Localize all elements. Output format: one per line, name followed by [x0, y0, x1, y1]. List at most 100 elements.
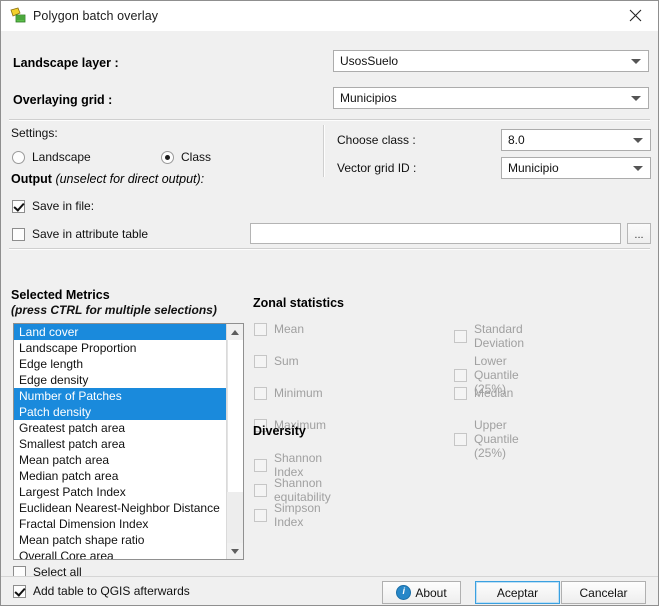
chevron-down-icon [631, 59, 641, 64]
radio-class[interactable]: Class [161, 150, 211, 164]
radio-landscape-label: Landscape [32, 150, 91, 164]
metric-list-item[interactable]: Greatest patch area [14, 420, 228, 436]
window-title: Polygon batch overlay [33, 9, 159, 23]
info-icon: i [396, 585, 412, 600]
polygon-overlay-icon [9, 7, 27, 25]
settings-label: Settings: [11, 126, 58, 140]
metric-list-item[interactable]: Median patch area [14, 468, 228, 484]
metric-list-item[interactable]: Mean patch shape ratio [14, 532, 228, 548]
checkbox-label: Upper Quantile (25%) [474, 418, 519, 460]
checkbox-indicator [254, 322, 267, 336]
metric-list-item[interactable]: Patch density [14, 404, 228, 420]
close-icon[interactable] [613, 1, 658, 30]
section-divider-middle [9, 248, 650, 250]
about-button[interactable]: i About [382, 581, 461, 604]
accept-button[interactable]: Aceptar [475, 581, 560, 604]
metrics-list: Land cover Landscape Proportion Edge lengt… [14, 324, 228, 559]
title-bar: Polygon batch overlay [1, 1, 658, 32]
checkbox-label: Simpson Index [274, 501, 321, 529]
metric-list-item[interactable]: Land cover [14, 324, 228, 340]
checkbox-indicator [454, 368, 467, 382]
checkbox-shannon-index: Shannon Index [254, 451, 322, 479]
add-table-box [13, 584, 26, 598]
section-divider-top [9, 119, 650, 121]
checkbox-median: Median [454, 386, 513, 400]
save-in-file-checkbox[interactable]: Save in file: [12, 199, 94, 213]
checkbox-label: Standard Deviation [474, 322, 525, 350]
checkbox-indicator [254, 508, 267, 522]
landscape-layer-label: Landscape layer : [13, 56, 119, 70]
checkbox-indicator [254, 483, 267, 497]
metrics-scrollbar[interactable] [226, 324, 243, 559]
checkbox-label: Minimum [274, 386, 323, 400]
metric-list-item[interactable]: Smallest patch area [14, 436, 228, 452]
metric-list-item[interactable]: Mean patch area [14, 452, 228, 468]
output-label-text: Output [11, 172, 52, 186]
cancel-button[interactable]: Cancelar [561, 581, 646, 604]
selected-metrics-subtitle: (press CTRL for multiple selections) [11, 303, 217, 317]
chevron-down-icon [633, 138, 643, 143]
choose-class-value: 8.0 [508, 133, 525, 147]
checkbox-label: Sum [274, 354, 299, 368]
overlaying-grid-label: Overlaying grid : [13, 93, 113, 107]
metric-list-item[interactable]: Edge length [14, 356, 228, 372]
scrollbar-track[interactable] [227, 492, 243, 543]
output-path-input[interactable] [250, 223, 621, 244]
checkbox-shannon-equitability: Shannon equitability [254, 476, 331, 504]
checkbox-label: Mean [274, 322, 305, 336]
scroll-up-icon[interactable] [227, 324, 243, 340]
overlaying-grid-value: Municipios [340, 91, 397, 105]
checkbox-indicator [454, 386, 467, 400]
scroll-down-icon[interactable] [227, 543, 243, 559]
save-in-attribute-table-checkbox[interactable]: Save in attribute table [12, 227, 148, 241]
checkbox-label: Shannon equitability [274, 476, 331, 504]
metric-list-item[interactable]: Landscape Proportion [14, 340, 228, 356]
checkbox-minimum: Minimum [254, 386, 323, 400]
checkbox-sum: Sum [254, 354, 299, 368]
add-table-to-qgis-checkbox[interactable]: Add table to QGIS afterwards [13, 584, 190, 598]
selected-metrics-title: Selected Metrics [11, 288, 110, 302]
add-table-label: Add table to QGIS afterwards [33, 584, 190, 598]
landscape-layer-value: UsosSuelo [340, 54, 399, 68]
choose-class-select[interactable]: 8.0 [501, 129, 651, 151]
choose-class-label: Choose class : [337, 133, 416, 147]
metric-list-item[interactable]: Euclidean Nearest-Neighbor Distance [14, 500, 228, 516]
save-in-attribute-table-label: Save in attribute table [32, 227, 149, 241]
selected-metrics-listbox[interactable]: Land cover Landscape Proportion Edge lengt… [13, 323, 244, 560]
checkbox-standard-deviation: Standard Deviation [454, 322, 524, 350]
vector-grid-id-label: Vector grid ID : [337, 161, 417, 175]
browse-button[interactable]: ... [627, 223, 651, 244]
landscape-layer-select[interactable]: UsosSuelo [333, 50, 649, 72]
checkbox-mean: Mean [254, 322, 304, 336]
checkbox-simpson-index: Simpson Index [254, 501, 321, 529]
dialog-footer: Add table to QGIS afterwards i About Ace… [1, 576, 658, 605]
vector-grid-id-value: Municipio [508, 161, 559, 175]
scrollbar-thumb[interactable] [227, 340, 243, 492]
radio-landscape-indicator [12, 150, 25, 164]
metric-list-item[interactable]: Largest Patch Index [14, 484, 228, 500]
metric-list-item[interactable]: Fractal Dimension Index [14, 516, 228, 532]
zonal-statistics-title: Zonal statistics [253, 296, 344, 310]
save-in-file-box [12, 199, 25, 213]
save-in-file-label: Save in file: [32, 199, 95, 213]
output-hint: (unselect for direct output): [51, 172, 205, 186]
output-label: Output (unselect for direct output): [11, 172, 204, 186]
checkbox-label: Shannon Index [274, 451, 323, 479]
radio-landscape[interactable]: Landscape [12, 150, 91, 164]
metric-list-item[interactable]: Overall Core area [14, 548, 228, 559]
checkbox-indicator [254, 354, 267, 368]
chevron-down-icon [631, 96, 641, 101]
dialog-body: Landscape layer : UsosSuelo Overlaying g… [1, 31, 658, 579]
metric-list-item[interactable]: Number of Patches [14, 388, 228, 404]
metric-list-item[interactable]: Edge density [14, 372, 228, 388]
settings-vertical-divider [323, 125, 325, 177]
chevron-down-icon [633, 166, 643, 171]
about-button-label: About [415, 585, 447, 600]
checkbox-upper-quantile-25: Upper Quantile (25%) [454, 418, 519, 460]
overlaying-grid-select[interactable]: Municipios [333, 87, 649, 109]
checkbox-indicator [254, 458, 267, 472]
radio-class-label: Class [181, 150, 212, 164]
vector-grid-id-select[interactable]: Municipio [501, 157, 651, 179]
radio-class-indicator [161, 150, 174, 164]
checkbox-indicator [454, 432, 467, 446]
